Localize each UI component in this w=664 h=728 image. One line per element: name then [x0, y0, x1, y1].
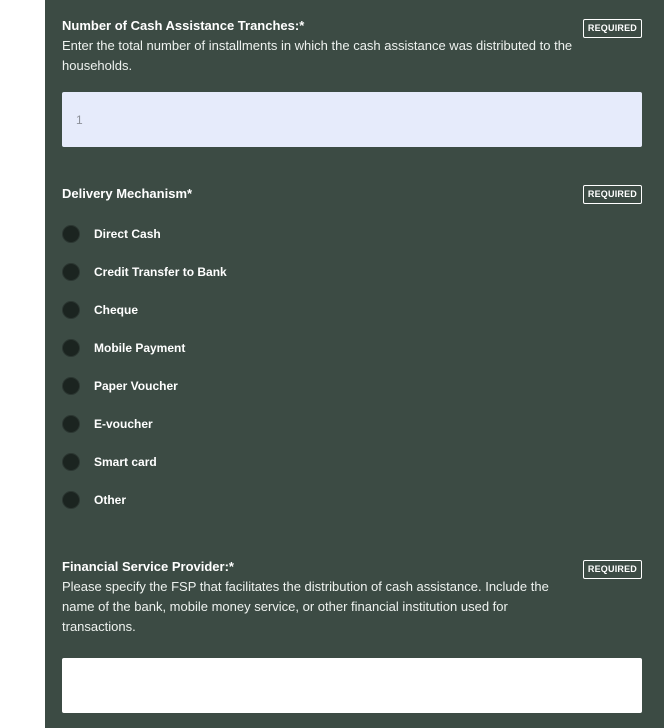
radio-option-smart-card[interactable]: Smart card — [62, 451, 157, 473]
radio-label: Paper Voucher — [94, 379, 178, 393]
radio-option-credit-transfer[interactable]: Credit Transfer to Bank — [62, 261, 227, 283]
radio-circle[interactable] — [62, 339, 80, 357]
radio-label: Smart card — [94, 455, 157, 469]
fsp-input[interactable] — [62, 658, 642, 713]
question-hint: Enter the total number of installments i… — [62, 38, 573, 73]
radio-option-mobile-payment[interactable]: Mobile Payment — [62, 337, 185, 359]
radio-circle[interactable] — [62, 225, 80, 243]
required-badge: REQUIRED — [582, 19, 642, 38]
radio-label: Cheque — [94, 303, 139, 317]
radio-circle[interactable] — [62, 453, 80, 471]
radio-option-paper-voucher[interactable]: Paper Voucher — [62, 375, 178, 397]
required-badge: REQUIRED — [582, 560, 642, 579]
form-panel: Number of Cash Assistance Tranches:* Ent… — [45, 0, 664, 728]
radio-label: Mobile Payment — [94, 341, 186, 355]
radio-circle[interactable] — [62, 263, 80, 281]
question-label: Delivery Mechanism* — [62, 186, 193, 201]
question-label: Financial Service Provider:* — [62, 559, 234, 574]
required-badge: REQUIRED — [582, 185, 642, 204]
radio-circle[interactable] — [62, 377, 80, 395]
question-delivery-mechanism: Delivery Mechanism* REQUIRED Direct Cash… — [62, 185, 642, 525]
tranches-input[interactable] — [62, 92, 642, 147]
radio-option-cheque[interactable]: Cheque — [62, 299, 138, 321]
radio-option-e-voucher[interactable]: E-voucher — [62, 413, 153, 435]
radio-label: Other — [94, 493, 127, 507]
question-financial-service-provider: Financial Service Provider:* Please spec… — [62, 558, 642, 718]
radio-circle[interactable] — [62, 301, 80, 319]
radio-option-other[interactable]: Other — [62, 489, 126, 511]
radio-circle[interactable] — [62, 491, 80, 509]
question-label: Number of Cash Assistance Tranches:* — [62, 18, 305, 33]
radio-option-direct-cash[interactable]: Direct Cash — [62, 223, 161, 245]
radio-label: E-voucher — [94, 417, 153, 431]
question-tranches: Number of Cash Assistance Tranches:* Ent… — [62, 17, 642, 153]
radio-circle[interactable] — [62, 415, 80, 433]
radio-label: Direct Cash — [94, 227, 161, 241]
question-hint: Please specify the FSP that facilitates … — [62, 579, 549, 634]
radio-label: Credit Transfer to Bank — [94, 265, 227, 279]
